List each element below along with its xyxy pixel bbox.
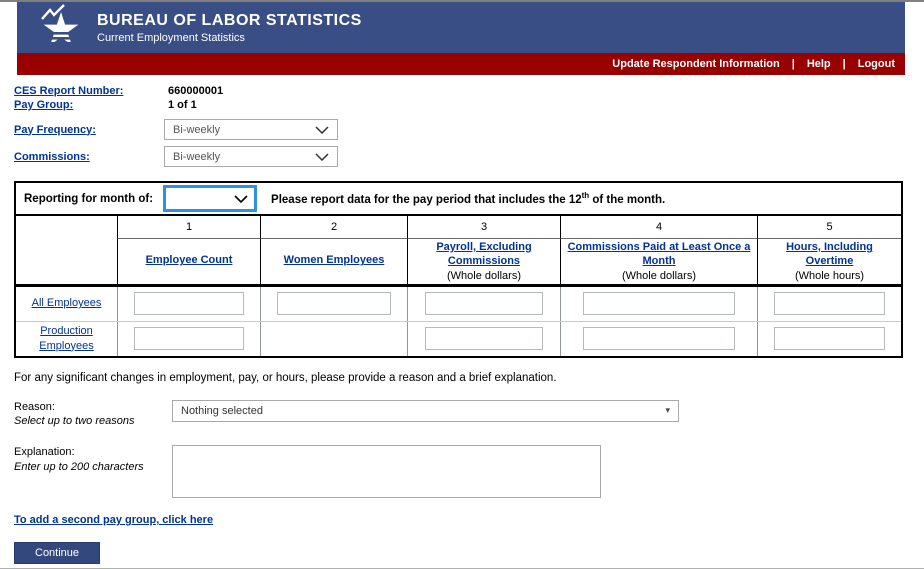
commissions-paid-header-link[interactable]: Commissions Paid at Least Once a Month xyxy=(565,241,753,269)
chevron-down-icon xyxy=(315,126,329,134)
app-title: BUREAU OF LABOR STATISTICS xyxy=(97,12,362,30)
commissions-value: Bi-weekly xyxy=(173,151,220,163)
production-employees-count-input[interactable] xyxy=(134,327,245,350)
pay-frequency-value: Bi-weekly xyxy=(173,124,220,136)
column-number-2: 2 xyxy=(260,216,407,239)
ces-report-number-link[interactable]: CES Report Number: xyxy=(14,85,123,97)
column-number-5: 5 xyxy=(757,216,901,239)
women-employees-header-link[interactable]: Women Employees xyxy=(284,254,385,268)
nav-separator: | xyxy=(792,58,795,70)
page: BUREAU OF LABOR STATISTICS Current Emplo… xyxy=(0,0,924,569)
explanation-hint: Enter up to 200 characters xyxy=(14,460,172,475)
payroll-header-subtitle: (Whole dollars) xyxy=(447,270,521,282)
pay-frequency-link[interactable]: Pay Frequency: xyxy=(14,124,96,136)
commissions-select[interactable]: Bi-weekly xyxy=(164,146,338,167)
chevron-down-icon xyxy=(315,153,329,161)
production-employees-row: Production Employees xyxy=(16,322,901,356)
production-employees-commissions-input[interactable] xyxy=(583,327,736,350)
ces-report-number-value: 660000001 xyxy=(168,85,223,97)
reporting-month-select[interactable] xyxy=(163,185,257,212)
bls-star-logo-icon xyxy=(39,3,83,52)
reason-selected-value: Nothing selected xyxy=(181,405,263,417)
help-link[interactable]: Help xyxy=(807,58,831,70)
production-employees-women-empty-cell xyxy=(260,322,407,356)
all-employees-hours-input[interactable] xyxy=(774,292,886,315)
all-employees-women-input[interactable] xyxy=(277,292,391,315)
reporting-month-label: Reporting for month of: xyxy=(24,193,153,205)
hours-header-subtitle: (Whole hours) xyxy=(795,270,864,282)
corner-cell xyxy=(16,216,117,239)
column-title-row: Employee Count Women Employees Payroll, … xyxy=(16,239,901,287)
report-info: CES Report Number: 660000001 Pay Group: … xyxy=(14,85,903,167)
caret-down-icon: ▾ xyxy=(665,405,670,416)
nav-separator: | xyxy=(843,58,846,70)
chevron-down-icon xyxy=(234,195,248,203)
top-nav-bar: Update Respondent Information | Help | L… xyxy=(17,53,905,75)
add-second-pay-group-link[interactable]: To add a second pay group, click here xyxy=(14,514,213,526)
continue-button[interactable]: Continue xyxy=(14,542,100,564)
all-employees-commissions-input[interactable] xyxy=(583,292,736,315)
production-employees-link[interactable]: Production Employees xyxy=(22,324,112,353)
changes-note: For any significant changes in employmen… xyxy=(14,372,903,384)
reporting-instruction: Please report data for the pay period th… xyxy=(271,191,665,206)
pay-group-link[interactable]: Pay Group: xyxy=(14,99,73,111)
all-employees-count-input[interactable] xyxy=(134,292,245,315)
pay-frequency-select[interactable]: Bi-weekly xyxy=(164,119,338,140)
production-employees-hours-input[interactable] xyxy=(774,327,886,350)
masthead: BUREAU OF LABOR STATISTICS Current Emplo… xyxy=(17,2,905,53)
production-employees-payroll-input[interactable] xyxy=(425,327,544,350)
explanation-textarea[interactable] xyxy=(172,445,601,498)
hours-header-link[interactable]: Hours, Including Overtime xyxy=(762,241,897,269)
update-respondent-link[interactable]: Update Respondent Information xyxy=(612,58,779,70)
reporting-month-row: Reporting for month of: Please report da… xyxy=(16,183,901,216)
explanation-label: Explanation: xyxy=(14,445,172,460)
all-employees-row: All Employees xyxy=(16,287,901,322)
logout-link[interactable]: Logout xyxy=(858,58,895,70)
column-number-3: 3 xyxy=(407,216,560,239)
explanation-field-row: Explanation: Enter up to 200 characters xyxy=(14,445,903,498)
corner-cell xyxy=(16,239,117,287)
reason-label: Reason: xyxy=(14,400,172,415)
reason-field-row: Reason: Select up to two reasons Nothing… xyxy=(14,400,903,430)
reason-select[interactable]: Nothing selected ▾ xyxy=(172,400,679,422)
employee-count-header-link[interactable]: Employee Count xyxy=(146,254,233,268)
app-subtitle: Current Employment Statistics xyxy=(97,32,362,44)
column-number-row: 1 2 3 4 5 xyxy=(16,216,901,239)
reason-hint: Select up to two reasons xyxy=(14,414,172,429)
column-number-4: 4 xyxy=(560,216,757,239)
commissions-paid-header-subtitle: (Whole dollars) xyxy=(622,270,696,282)
column-number-1: 1 xyxy=(117,216,260,239)
reporting-table: Reporting for month of: Please report da… xyxy=(14,181,903,358)
all-employees-payroll-input[interactable] xyxy=(425,292,544,315)
payroll-header-link[interactable]: Payroll, Excluding Commissions xyxy=(412,241,556,269)
commissions-link[interactable]: Commissions: xyxy=(14,151,90,163)
pay-group-value: 1 of 1 xyxy=(168,99,197,111)
all-employees-link[interactable]: All Employees xyxy=(32,296,102,310)
